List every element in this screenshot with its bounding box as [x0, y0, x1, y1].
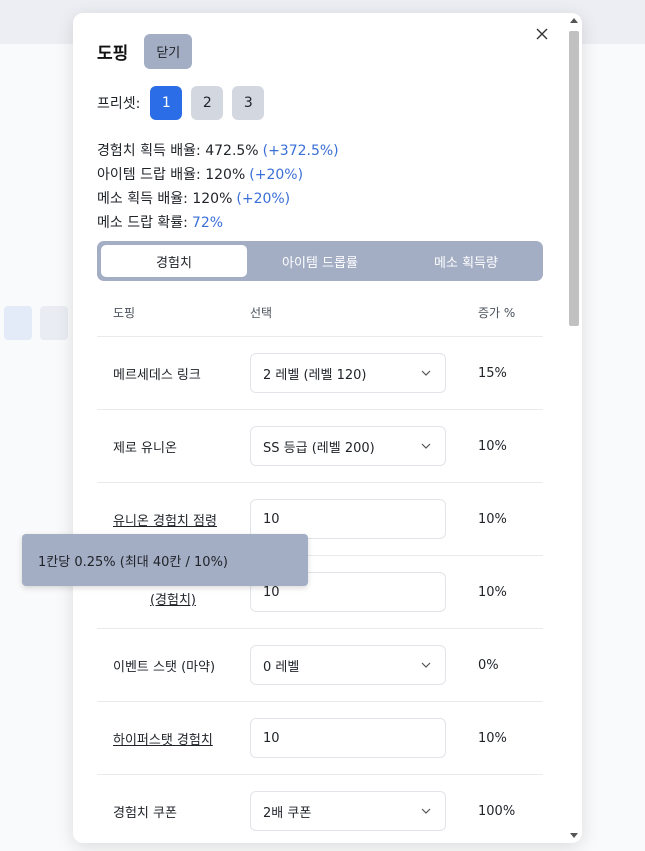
union-exp-input[interactable]: 10 [250, 499, 446, 539]
mercedes-link-select[interactable]: 2 레벨 (레벨 120) [250, 353, 446, 393]
tab-item-drop[interactable]: 아이템 드롭률 [247, 245, 393, 277]
close-x-icon[interactable] [532, 24, 552, 44]
row-name-link[interactable]: (경험치) [150, 593, 196, 608]
preset-button-1[interactable]: 1 [150, 86, 183, 120]
row-pct: 10% [478, 584, 507, 600]
table-row: 메르세데스 링크 2 레벨 (레벨 120) 15% [97, 337, 543, 410]
exp-rate: 경험치 획득 배율: 472.5% (+372.5%) [97, 143, 339, 159]
event-stat-select[interactable]: 0 레벨 [250, 645, 446, 685]
row-name: 제로 유니온 [113, 440, 177, 456]
table-row: 경험치 쿠폰 2배 쿠폰 100% [97, 775, 543, 843]
preset-selector: 프리셋: 1 2 3 [97, 86, 273, 120]
row-pct: 0% [478, 657, 499, 673]
rate-summary: 경험치 획득 배율: 472.5% (+372.5%) 아이템 드랍 배율: 12… [97, 139, 339, 235]
preset-button-2[interactable]: 2 [191, 86, 224, 120]
doping-modal: 도핑 닫기 프리셋: 1 2 3 경험치 획득 배율: 472.5% (+372.… [73, 13, 582, 843]
category-tabs: 경험치 아이템 드롭률 메소 획득량 [97, 241, 543, 281]
modal-header: 도핑 닫기 [97, 33, 193, 69]
row-name: 이벤트 스탯 (마약) [113, 659, 216, 675]
chevron-down-icon [421, 808, 431, 814]
modal-title: 도핑 [97, 43, 129, 64]
tab-meso[interactable]: 메소 획득량 [393, 245, 539, 277]
chevron-down-icon [421, 443, 431, 449]
row-name-link[interactable]: 하이퍼스탯 경험치 [113, 733, 213, 748]
zero-union-select[interactable]: SS 등급 (레벨 200) [250, 426, 446, 466]
meso-drop-chance: 메소 드랍 확률: 72% [97, 215, 224, 231]
close-button[interactable]: 닫기 [144, 33, 193, 69]
modal-scrollbar[interactable] [566, 13, 582, 843]
hyper-stat-exp-input[interactable]: 10 [250, 718, 446, 758]
header-doping: 도핑 [113, 306, 136, 320]
table-row: 하이퍼스탯 경험치 10 10% [97, 702, 543, 775]
scroll-up-arrow-icon[interactable] [570, 17, 578, 25]
meso-gain-rate: 메소 획득 배율: 120% (+20%) [97, 191, 291, 207]
table-row: 제로 유니온 SS 등급 (레벨 200) 10% [97, 410, 543, 483]
row-name-link[interactable]: 유니온 경험치 점령 [113, 514, 217, 529]
row-pct: 15% [478, 365, 507, 381]
tooltip: 1칸당 0.25% (최대 40칸 / 10%) [22, 534, 308, 586]
tab-exp[interactable]: 경험치 [101, 245, 247, 277]
row-pct: 10% [478, 730, 507, 746]
scroll-down-arrow-icon[interactable] [570, 831, 578, 839]
table-header: 도핑 선택 증가 % [97, 289, 543, 337]
row-pct: 10% [478, 511, 507, 527]
row-pct: 100% [478, 803, 516, 819]
table-row: 이벤트 스탯 (마약) 0 레벨 0% [97, 629, 543, 702]
chevron-down-icon [421, 662, 431, 668]
item-drop-rate: 아이템 드랍 배율: 120% (+20%) [97, 167, 304, 183]
preset-button-3[interactable]: 3 [232, 86, 265, 120]
row-name: 메르세데스 링크 [113, 367, 201, 383]
row-pct: 10% [478, 438, 507, 454]
preset-label: 프리셋: [97, 96, 141, 112]
header-increase: 증가 % [478, 306, 516, 320]
row-name: 경험치 쿠폰 [113, 805, 177, 821]
chevron-down-icon [421, 370, 431, 376]
header-select: 선택 [250, 306, 273, 320]
exp-coupon-select[interactable]: 2배 쿠폰 [250, 791, 446, 831]
scroll-thumb[interactable] [569, 31, 579, 326]
